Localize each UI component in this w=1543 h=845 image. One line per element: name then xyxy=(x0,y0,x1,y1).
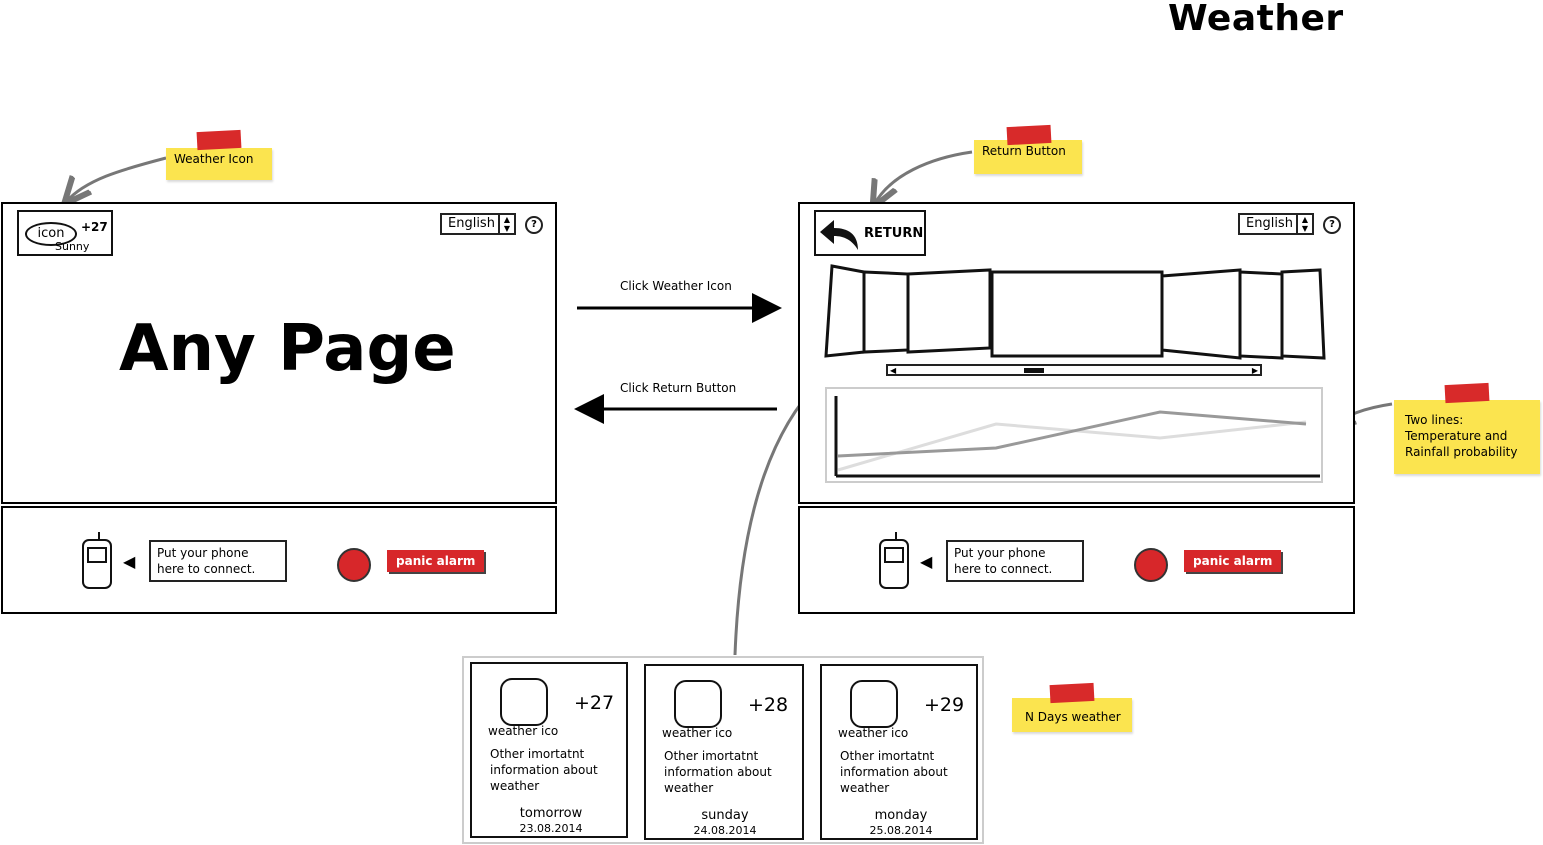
carousel-panel xyxy=(906,268,992,354)
carousel-panel xyxy=(862,270,910,354)
connect-arrow-icon: ◀ xyxy=(123,552,136,571)
carousel-panel xyxy=(1238,270,1284,360)
scroll-right-icon[interactable]: ▶ xyxy=(1252,366,1258,375)
card-date: 25.08.2014 xyxy=(869,824,933,837)
left-footer: ◀ Put your phone here to connect. panic … xyxy=(1,506,557,614)
weather-ico-icon xyxy=(674,680,722,728)
return-arrow-icon xyxy=(820,220,858,250)
phone-icon xyxy=(879,532,909,589)
weather-ico-icon xyxy=(500,678,548,726)
scroll-thumb[interactable] xyxy=(1024,368,1044,373)
card-icon-label: weather ico xyxy=(488,724,559,738)
card-day: monday xyxy=(874,808,928,823)
scroll-left-icon[interactable]: ◀ xyxy=(890,366,896,375)
help-icon[interactable]: ? xyxy=(1323,216,1341,234)
note-weather-icon: Weather Icon xyxy=(166,148,272,180)
left-screen: icon +27 Sunny English ▲ ▼ ? Any Page xyxy=(1,202,557,504)
widget-temperature: +27 xyxy=(81,220,108,234)
phone-instruction: Put your phone here to connect. xyxy=(946,540,1084,582)
card-day: tomorrow xyxy=(519,806,583,821)
carousel-scrollbar[interactable]: ◀ ▶ xyxy=(886,364,1262,376)
return-button-pointer xyxy=(874,150,973,205)
note-tape xyxy=(1049,682,1095,704)
note-two-lines: Two lines: Temperature and Rainfall prob… xyxy=(1394,400,1540,474)
card-date: 24.08.2014 xyxy=(693,824,757,837)
weather-icon-pointer xyxy=(66,156,167,202)
page-label: Any Page xyxy=(119,312,456,386)
phone-instruction: Put your phone here to connect. xyxy=(149,540,287,582)
right-screen: RETURN English ▲ ▼ ? ◀ ▶ xyxy=(798,202,1355,504)
help-icon[interactable]: ? xyxy=(525,216,543,234)
note-tape xyxy=(1006,124,1052,146)
forward-arrow-label: Click Weather Icon xyxy=(620,279,732,293)
panic-alarm-button[interactable]: panic alarm xyxy=(1184,550,1282,572)
card-date: 23.08.2014 xyxy=(519,822,583,835)
card-temperature: +29 xyxy=(924,694,965,716)
card-temperature: +28 xyxy=(748,694,789,716)
phone-icon xyxy=(82,532,112,589)
panic-indicator xyxy=(337,548,371,582)
widget-condition: Sunny xyxy=(55,240,90,253)
forecast-card[interactable]: +27 weather ico Other imortatnt informat… xyxy=(470,662,628,838)
panic-indicator xyxy=(1134,548,1168,582)
note-tape xyxy=(1444,382,1490,404)
card-info: Other imortatnt information about weathe… xyxy=(490,747,598,793)
carousel-panel xyxy=(824,264,866,358)
spinner-icon: ▲ ▼ xyxy=(1296,215,1312,233)
spinner-icon: ▲ ▼ xyxy=(498,215,514,233)
language-value: English xyxy=(1246,216,1293,231)
card-day: sunday xyxy=(701,808,749,823)
return-button[interactable]: RETURN xyxy=(814,210,926,256)
panic-alarm-button[interactable]: panic alarm xyxy=(387,550,485,572)
forecast-panel: +27 weather ico Other imortatnt informat… xyxy=(462,656,984,844)
note-return-button: Return Button xyxy=(974,140,1082,174)
return-label: RETURN xyxy=(864,226,924,241)
note-n-days: N Days weather xyxy=(1012,698,1132,732)
card-icon-label: weather ico xyxy=(838,726,909,740)
weather-widget[interactable]: icon +27 Sunny xyxy=(17,210,113,256)
card-temperature: +27 xyxy=(574,692,615,714)
back-arrow-label: Click Return Button xyxy=(620,381,737,395)
card-info: Other imortatnt information about weathe… xyxy=(840,749,948,795)
language-value: English xyxy=(448,216,495,231)
forecast-card[interactable]: +29 weather ico Other imortatnt informat… xyxy=(820,664,978,840)
weather-ico-icon xyxy=(850,680,898,728)
carousel-panel xyxy=(1160,268,1242,360)
carousel-panel xyxy=(1280,268,1326,360)
forecast-card[interactable]: +28 weather ico Other imortatnt informat… xyxy=(644,664,804,840)
carousel-center-panel xyxy=(990,270,1164,358)
right-footer: ◀ Put your phone here to connect. panic … xyxy=(798,506,1355,614)
language-select-right[interactable]: English ▲ ▼ xyxy=(1238,213,1314,235)
card-icon-label: weather ico xyxy=(662,726,733,740)
card-info: Other imortatnt information about weathe… xyxy=(664,749,772,795)
temperature-rainfall-chart xyxy=(825,387,1323,483)
connect-arrow-icon: ◀ xyxy=(920,552,933,571)
language-select-left[interactable]: English ▲ ▼ xyxy=(440,213,516,235)
note-tape xyxy=(196,129,242,151)
